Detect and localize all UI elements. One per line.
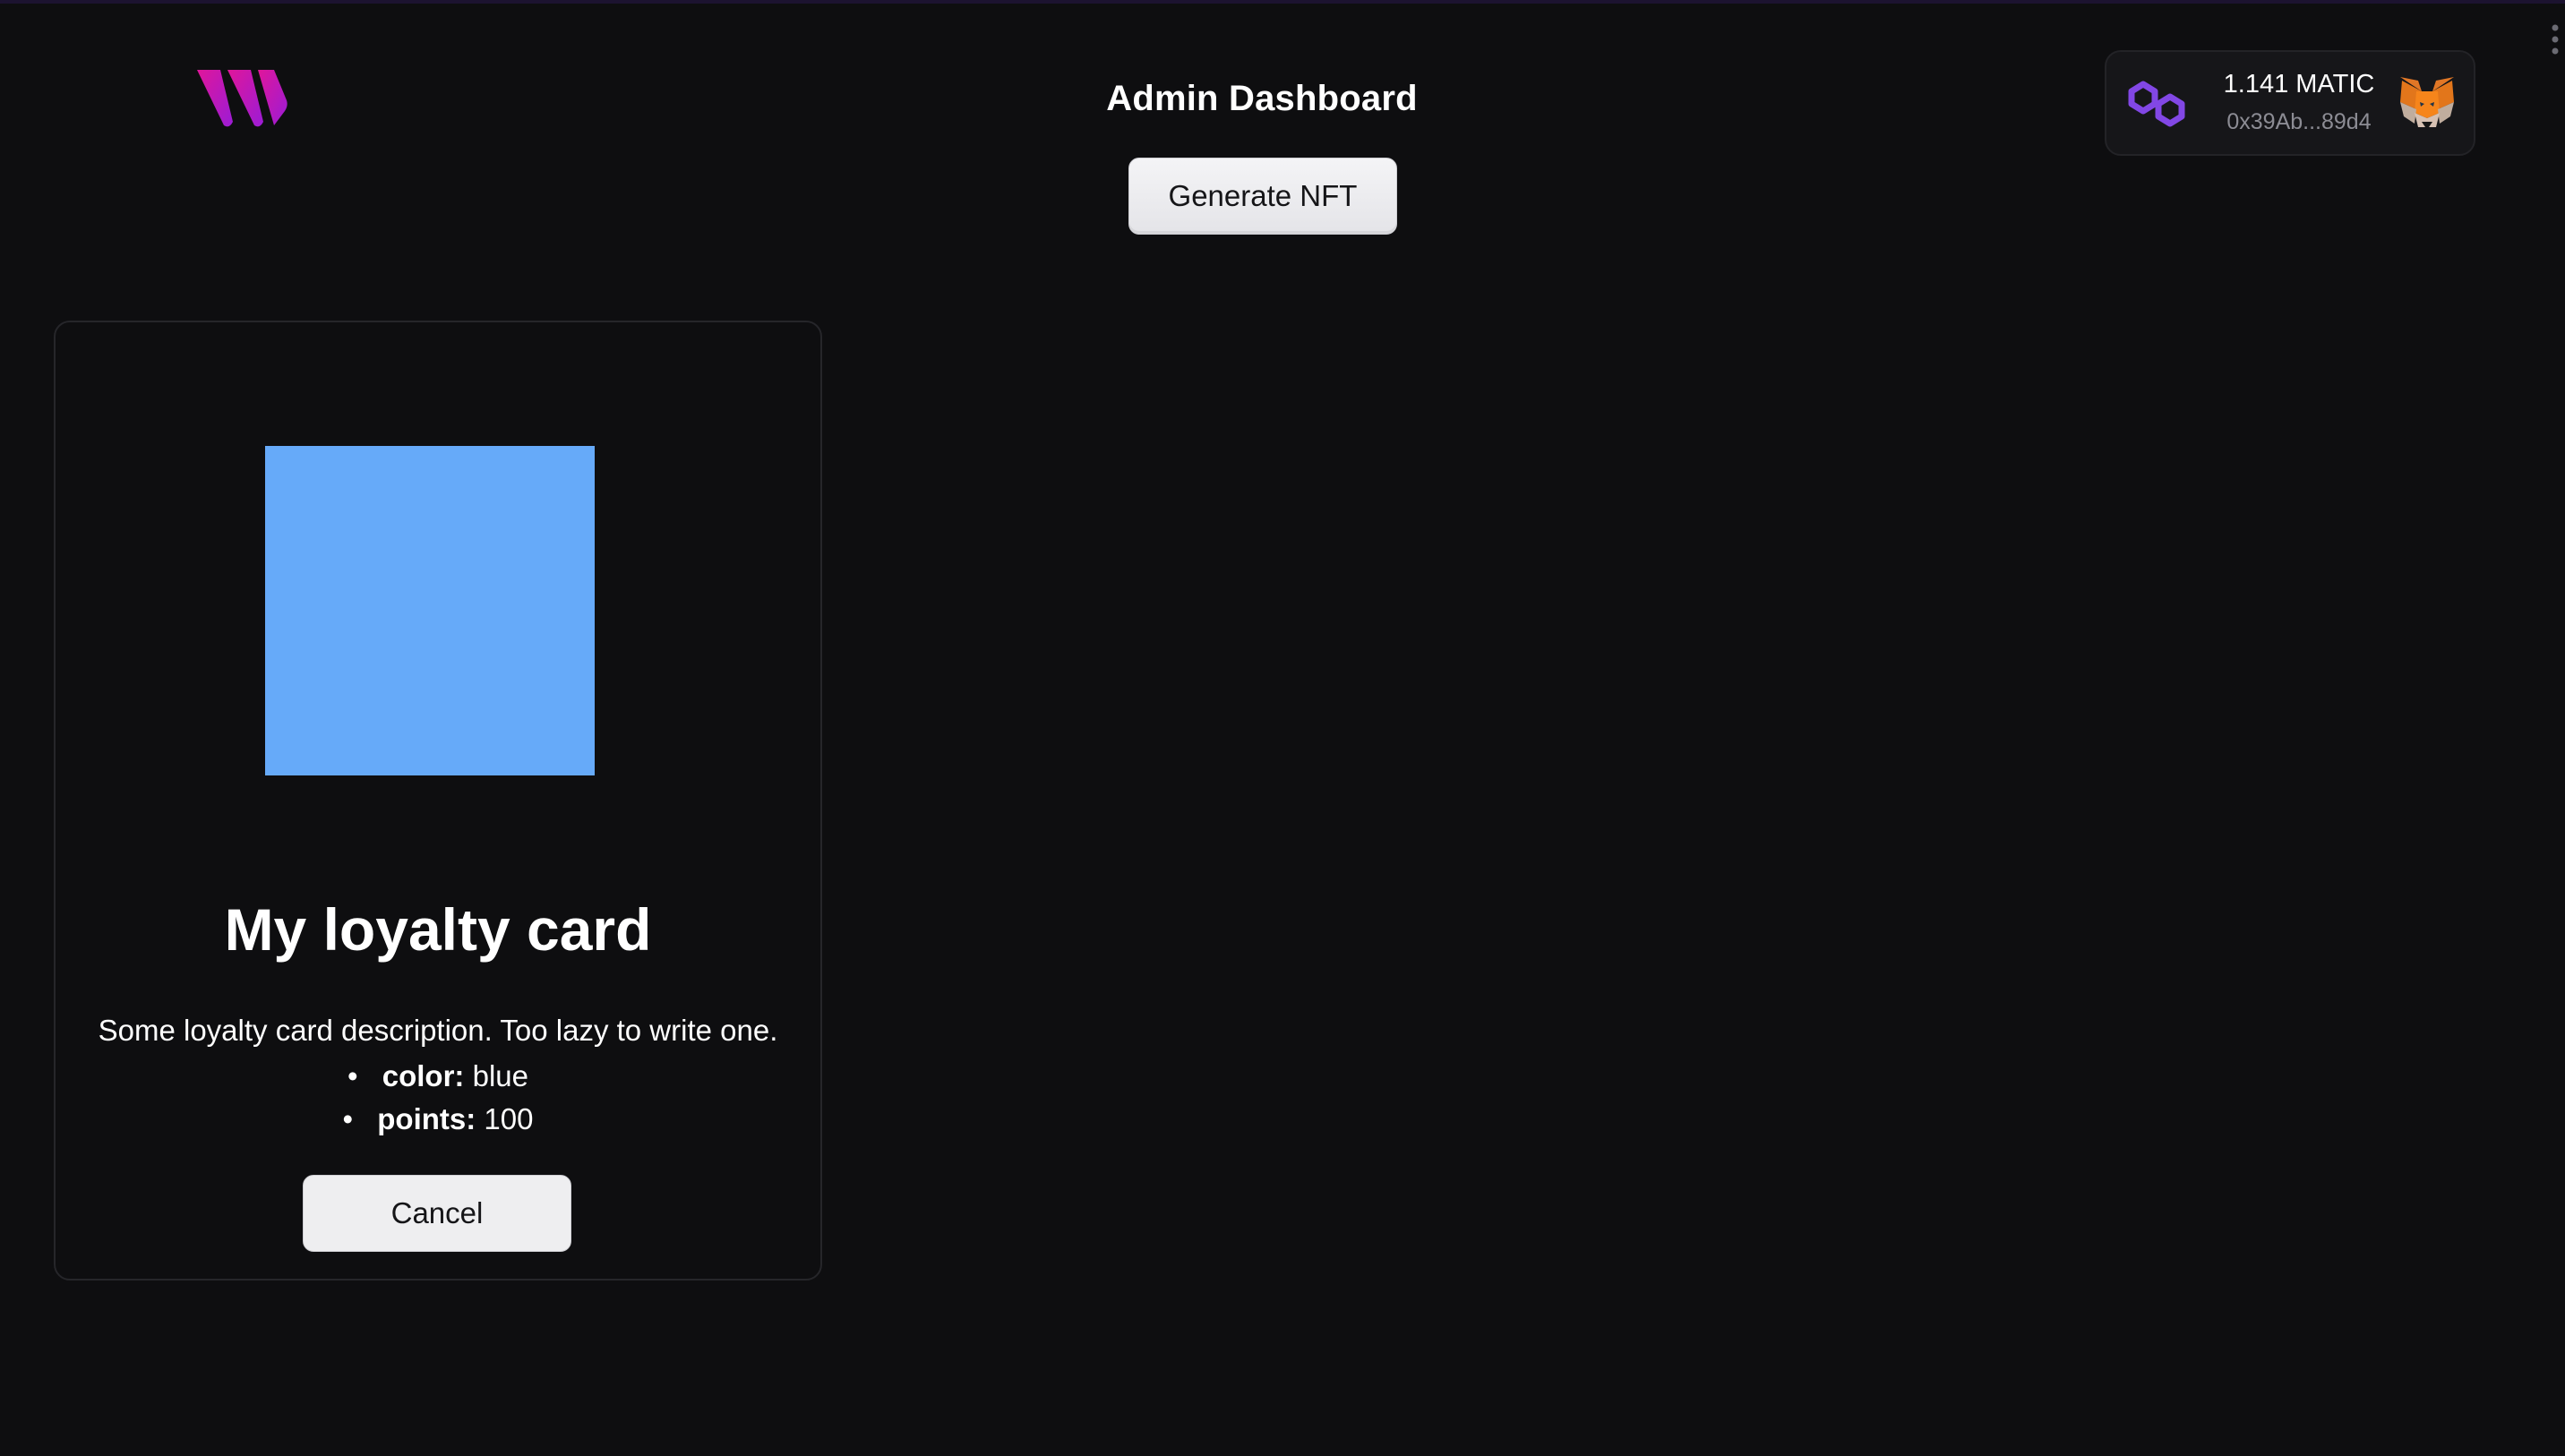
metamask-fox-icon [2397,73,2458,134]
list-item: points: 100 [56,1098,820,1141]
attribute-key: color: [382,1059,465,1092]
attribute-list: color: blue points: 100 [56,1055,820,1141]
generate-nft-button[interactable]: Generate NFT [1128,158,1397,235]
list-item: color: blue [56,1055,820,1098]
more-options-icon[interactable] [2551,23,2560,56]
nft-card: My loyalty card Some loyalty card descri… [54,321,822,1280]
attribute-value: 100 [484,1102,534,1135]
admin-dashboard-page: Admin Dashboard Generate NFT 1.141 MATIC… [0,0,2565,1456]
wallet-connect-button[interactable]: 1.141 MATIC 0x39Ab...89d4 [2105,50,2475,156]
wallet-balance: 1.141 MATIC [2223,70,2375,98]
nft-image [265,446,595,775]
attribute-key: points: [377,1102,476,1135]
cancel-button[interactable]: Cancel [303,1175,571,1252]
card-description: Some loyalty card description. Too lazy … [98,1014,778,1047]
card-title: My loyalty card [224,896,652,963]
wallet-address: 0x39Ab...89d4 [2226,109,2372,134]
attribute-value: blue [472,1059,528,1092]
